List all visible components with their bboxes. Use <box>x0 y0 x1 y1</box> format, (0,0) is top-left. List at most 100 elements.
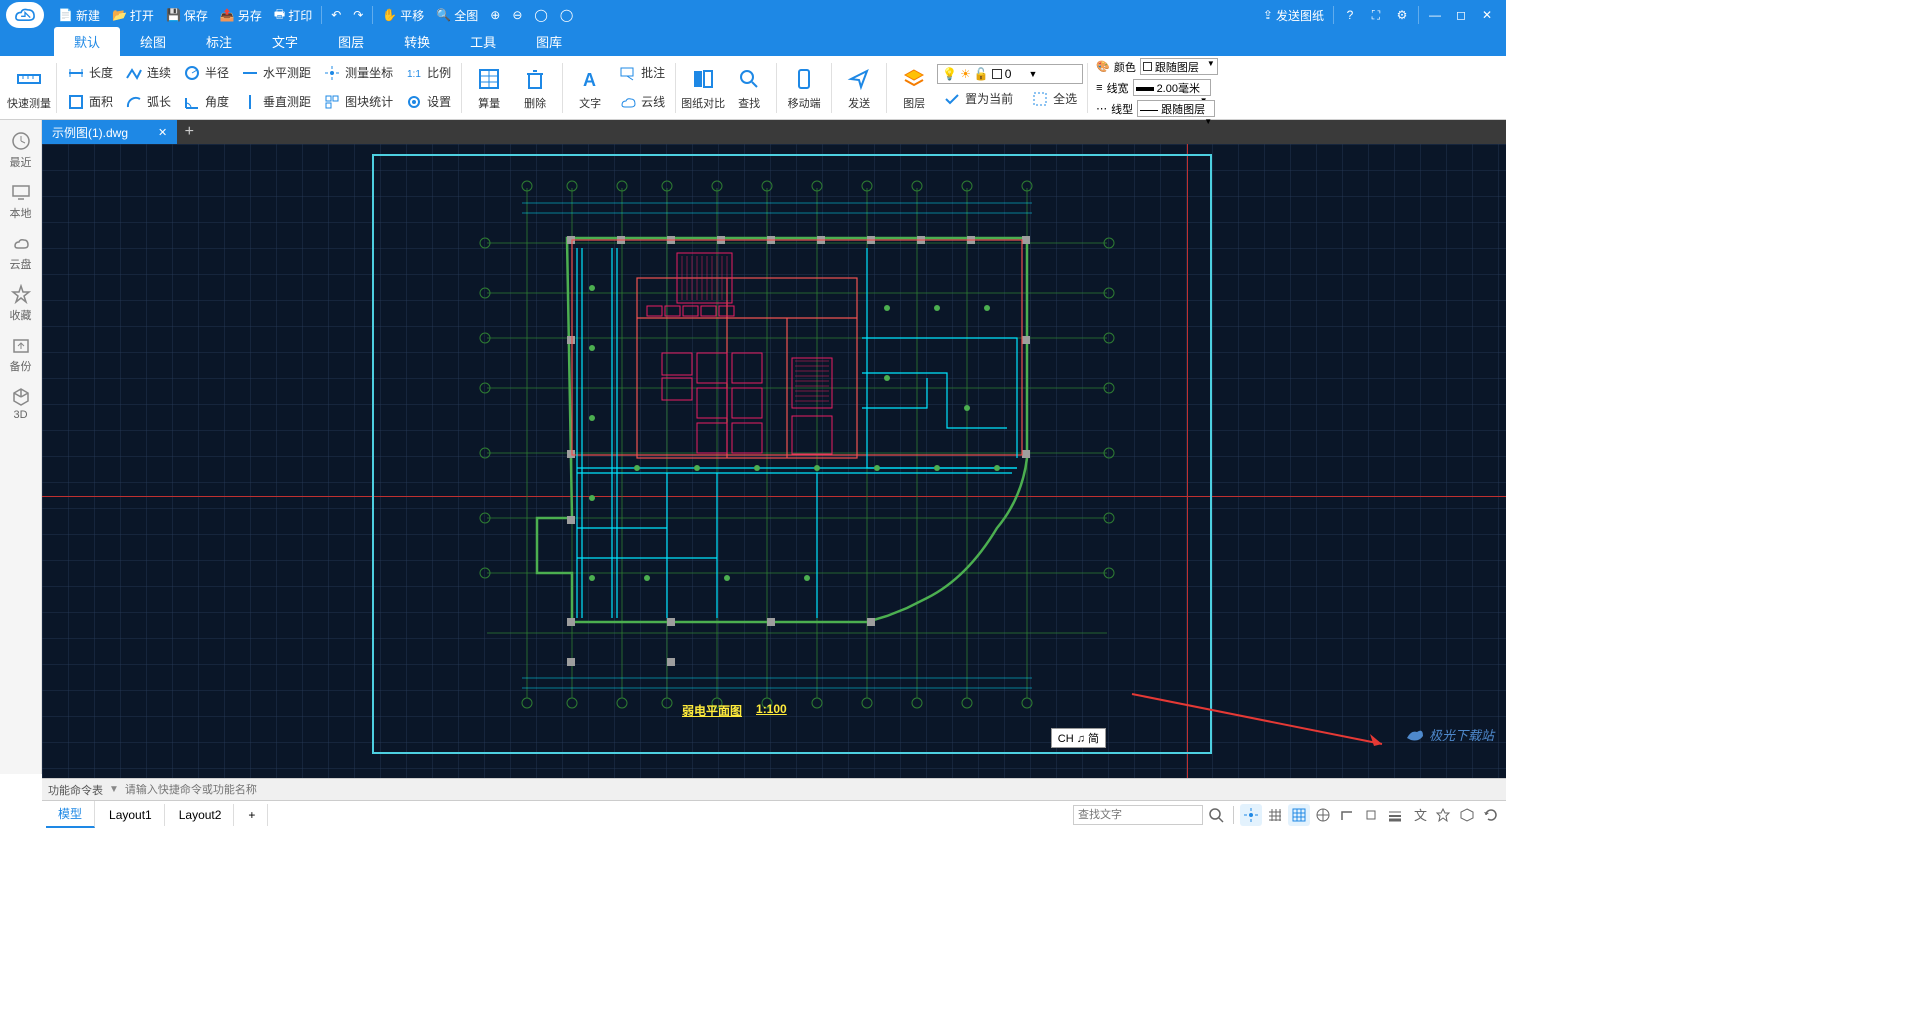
layer-state-toggles[interactable]: 💡 ☀ 🔓 0 ▼ <box>937 64 1083 84</box>
maximize-button[interactable]: ◻ <box>1448 3 1474 27</box>
zoom-in-button[interactable]: ⊕ <box>484 3 506 27</box>
settings-button[interactable]: 设置 <box>399 89 457 115</box>
mobile-button[interactable]: 移动端 <box>781 59 827 117</box>
add-tab-button[interactable]: + <box>177 120 201 144</box>
search-input[interactable] <box>1073 805 1203 825</box>
menu-tab-tools[interactable]: 工具 <box>450 27 516 56</box>
calc-button[interactable]: 算量 <box>466 59 512 117</box>
saveas-button[interactable]: 📤另存 <box>214 3 268 27</box>
lineweight-select[interactable]: 2.00毫米▼ <box>1133 79 1211 96</box>
document-tab[interactable]: 示例图(1).dwg✕ <box>42 120 177 144</box>
color-select[interactable]: 跟随图层▼ <box>1140 58 1218 75</box>
title-bar: 📄新建 📂打开 💾保存 📤另存 🖶打印 ↶ ↷ ✋平移 🔍全图 ⊕ ⊖ ◯ ◯ … <box>0 0 1506 30</box>
polar-toggle[interactable] <box>1312 804 1334 826</box>
layout-tab-model[interactable]: 模型 <box>46 801 95 828</box>
grid-display-toggle[interactable] <box>1288 804 1310 826</box>
command-bar: 功能命令表 ▼ <box>42 778 1506 800</box>
send-button[interactable]: 发送 <box>836 59 882 117</box>
osnap-toggle[interactable] <box>1360 804 1382 826</box>
set-current-icon <box>943 90 961 108</box>
delete-button[interactable]: 删除 <box>512 59 558 117</box>
coord-button[interactable]: 测量坐标 <box>317 60 399 86</box>
sidebar-cloud[interactable]: 云盘 <box>1 228 41 277</box>
fit-button[interactable]: 🔍全图 <box>430 3 484 27</box>
find-button[interactable]: 查找 <box>726 59 772 117</box>
linetype-select[interactable]: 跟随图层▼ <box>1137 100 1215 117</box>
isometric-toggle[interactable] <box>1456 804 1478 826</box>
sidebar-backup[interactable]: 备份 <box>1 330 41 379</box>
sidebar-favorites[interactable]: 收藏 <box>1 279 41 328</box>
menu-tab-annotate[interactable]: 标注 <box>186 27 252 56</box>
sidebar-local[interactable]: 本地 <box>1 177 41 226</box>
open-button[interactable]: 📂打开 <box>106 3 160 27</box>
angle-button[interactable]: 角度 <box>177 89 235 115</box>
menu-tab-draw[interactable]: 绘图 <box>120 27 186 56</box>
menu-tab-layer[interactable]: 图层 <box>318 27 384 56</box>
lock-icon[interactable]: 🔓 <box>974 67 989 81</box>
sun-icon[interactable]: ☀ <box>960 67 971 81</box>
zoom-out-button[interactable]: ⊖ <box>506 3 528 27</box>
add-layout-button[interactable]: + <box>236 804 268 826</box>
text-button[interactable]: A文字 <box>567 59 613 117</box>
ortho-toggle[interactable] <box>1336 804 1358 826</box>
fullscreen-button[interactable]: ⛶ <box>1363 3 1389 27</box>
new-button[interactable]: 📄新建 <box>52 3 106 27</box>
vdist-button[interactable]: 垂直测距 <box>235 89 317 115</box>
color-swatch[interactable] <box>992 69 1002 79</box>
settings-button[interactable]: ⚙ <box>1389 3 1415 27</box>
quick-measure-button[interactable]: 快速测量 <box>6 59 52 117</box>
select-all-button[interactable]: 全选 <box>1025 86 1083 112</box>
area-button[interactable]: 面积 <box>61 89 119 115</box>
radius-button[interactable]: 半径 <box>177 60 235 86</box>
snap-toggle[interactable] <box>1240 804 1262 826</box>
zoom-prev-icon: ◯ <box>560 8 573 22</box>
menu-tab-library[interactable]: 图库 <box>516 27 582 56</box>
zoom-out-icon: ⊖ <box>512 8 522 22</box>
print-button[interactable]: 🖶打印 <box>268 3 318 27</box>
search-button[interactable] <box>1205 804 1227 826</box>
sidebar-3d[interactable]: 3D <box>1 381 41 426</box>
send-drawing-button[interactable]: ⇪发送图纸 <box>1257 3 1330 27</box>
scale-button[interactable]: 1:1比例 <box>399 60 457 86</box>
layer-button[interactable]: 图层 <box>891 59 937 117</box>
layout-tab-1[interactable]: Layout1 <box>97 804 165 826</box>
refresh-toggle[interactable] <box>1480 804 1502 826</box>
close-button[interactable]: ✕ <box>1474 3 1500 27</box>
lineweight-toggle[interactable] <box>1384 804 1406 826</box>
blockstat-button[interactable]: 图块统计 <box>317 89 399 115</box>
hdist-button[interactable]: 水平测距 <box>235 60 317 86</box>
chevron-down-icon[interactable]: ▼ <box>109 784 119 795</box>
lightbulb-icon[interactable]: 💡 <box>942 67 957 81</box>
redo-button[interactable]: ↷ <box>347 3 369 27</box>
menu-tab-text[interactable]: 文字 <box>252 27 318 56</box>
menu-tab-default[interactable]: 默认 <box>54 27 120 56</box>
search-icon <box>735 65 763 93</box>
cloud-button[interactable]: 云线 <box>613 89 671 115</box>
sidebar-recent[interactable]: 最近 <box>1 126 41 175</box>
annotate-button[interactable]: 批注 <box>613 60 671 86</box>
zoom-window-button[interactable]: ◯ <box>528 3 553 27</box>
minimize-button[interactable]: — <box>1422 3 1448 27</box>
pan-button[interactable]: ✋平移 <box>376 3 430 27</box>
set-current-button[interactable]: 置为当前 <box>937 86 1019 112</box>
watermark: 极光下载站 <box>1405 724 1494 744</box>
zoom-prev-button[interactable]: ◯ <box>554 3 579 27</box>
close-tab-icon[interactable]: ✕ <box>158 126 167 139</box>
drawing-canvas[interactable]: 弱电平面图1:100 CH ♫ 简 极光下载站 <box>42 144 1506 778</box>
command-input[interactable] <box>125 784 525 796</box>
undo-button[interactable]: ↶ <box>325 3 347 27</box>
redo-icon: ↷ <box>353 8 363 22</box>
text-toggle[interactable]: 文 <box>1408 804 1430 826</box>
grid-toggle[interactable] <box>1264 804 1286 826</box>
arc-button[interactable]: 弧长 <box>119 89 177 115</box>
layout-tab-2[interactable]: Layout2 <box>167 804 235 826</box>
chevron-down-icon[interactable]: ▼ <box>1028 69 1037 79</box>
help-button[interactable]: ? <box>1337 3 1363 27</box>
save-button[interactable]: 💾保存 <box>160 3 214 27</box>
left-sidebar: 最近 本地 云盘 收藏 备份 3D <box>0 120 42 774</box>
favorite-toggle[interactable] <box>1432 804 1454 826</box>
continuous-button[interactable]: 连续 <box>119 60 177 86</box>
compare-button[interactable]: 图纸对比 <box>680 59 726 117</box>
length-button[interactable]: 长度 <box>61 60 119 86</box>
menu-tab-convert[interactable]: 转换 <box>384 27 450 56</box>
